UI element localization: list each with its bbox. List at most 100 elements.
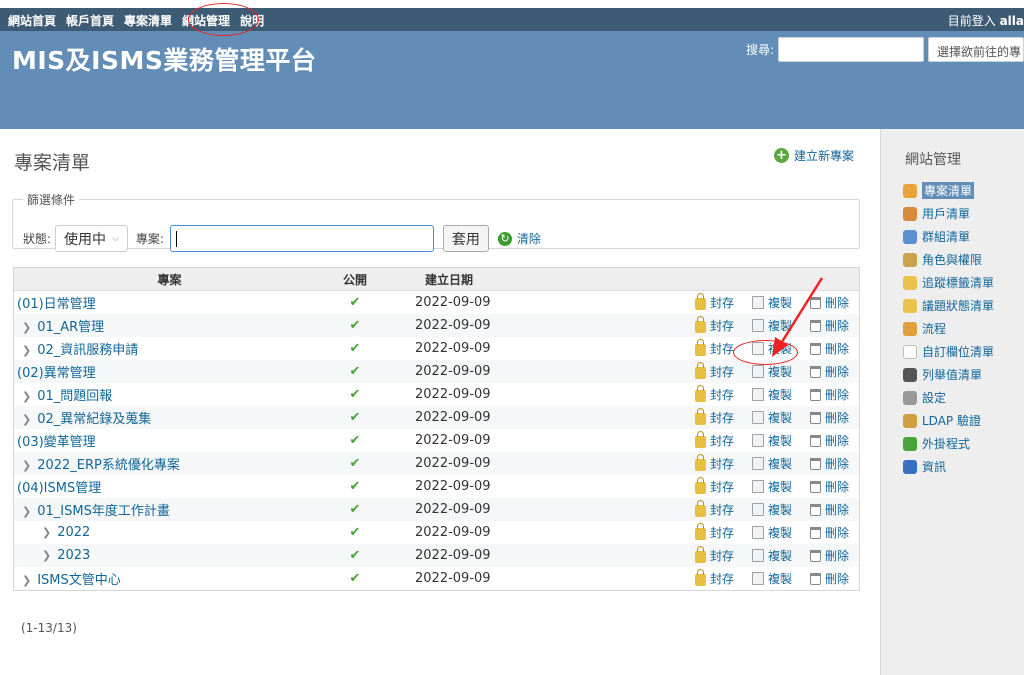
chevron-right-icon[interactable]: ❯: [42, 526, 51, 539]
copy-button[interactable]: 複製: [749, 409, 792, 426]
project-link[interactable]: 02_資訊服務申請: [37, 343, 138, 358]
header-public[interactable]: 公開: [325, 271, 385, 288]
sidebar-item[interactable]: 列舉值清單: [903, 363, 994, 386]
copy-label: 複製: [767, 526, 792, 540]
project-link[interactable]: 02_異常紀錄及蒐集: [37, 412, 151, 427]
top-menu-home[interactable]: 網站首頁: [8, 12, 56, 29]
header-created[interactable]: 建立日期: [385, 271, 525, 288]
chevron-right-icon[interactable]: ❯: [22, 390, 31, 403]
archive-button[interactable]: 封存: [694, 338, 734, 357]
archive-label: 封存: [709, 457, 734, 471]
sidebar-item[interactable]: LDAP 驗證: [903, 409, 994, 432]
status-select[interactable]: 使用中 ⌵: [55, 225, 128, 252]
delete-button[interactable]: 刪除: [809, 409, 849, 426]
copy-button[interactable]: 複製: [749, 570, 792, 587]
project-link[interactable]: 01_問題回報: [37, 389, 112, 404]
delete-label: 刪除: [824, 549, 849, 563]
archive-button[interactable]: 封存: [694, 476, 734, 495]
delete-button[interactable]: 刪除: [809, 478, 849, 495]
sidebar-title: 網站管理: [905, 152, 961, 168]
sidebar-item[interactable]: 議題狀態清單: [903, 294, 994, 317]
top-menu-projects[interactable]: 專案清單: [124, 12, 172, 29]
lock-icon: [694, 499, 706, 517]
project-link[interactable]: (04)ISMS管理: [17, 481, 101, 496]
archive-button[interactable]: 封存: [694, 407, 734, 426]
project-link[interactable]: 01_ISMS年度工作計畫: [37, 504, 170, 519]
chevron-right-icon[interactable]: ❯: [22, 505, 31, 518]
copy-button[interactable]: 複製: [749, 478, 792, 495]
archive-label: 封存: [709, 411, 734, 425]
sidebar-item[interactable]: 資訊: [903, 455, 994, 478]
archive-button[interactable]: 封存: [694, 361, 734, 380]
archive-button[interactable]: 封存: [694, 292, 734, 311]
sidebar-item[interactable]: 追蹤標籤清單: [903, 271, 994, 294]
archive-button[interactable]: 封存: [694, 384, 734, 403]
sidebar: 網站管理 專案清單 用戶清單 群組清單 角色與權限追蹤標籤清單議題狀態清單 流程 自訂欄位…: [880, 129, 1024, 675]
copy-button[interactable]: 複製: [749, 524, 792, 541]
custom-field-icon: [903, 344, 917, 359]
chevron-right-icon[interactable]: ❯: [22, 574, 31, 587]
delete-button[interactable]: 刪除: [809, 501, 849, 518]
copy-button[interactable]: 複製: [749, 455, 792, 472]
new-project-label: 建立新專案: [794, 149, 855, 163]
project-link[interactable]: 2022: [57, 525, 90, 540]
delete-button[interactable]: 刪除: [809, 386, 849, 403]
search-input[interactable]: [778, 37, 924, 62]
pagination: (1-13/13): [21, 621, 77, 635]
copy-button[interactable]: 複製: [749, 501, 792, 518]
project-link[interactable]: 2023: [57, 548, 90, 563]
project-name-input[interactable]: [169, 225, 434, 252]
archive-button[interactable]: 封存: [694, 568, 734, 587]
delete-button[interactable]: 刪除: [809, 570, 849, 587]
copy-button[interactable]: 複製: [749, 363, 792, 380]
project-link[interactable]: ISMS文管中心: [37, 573, 121, 588]
sidebar-item[interactable]: 設定: [903, 386, 994, 409]
sidebar-item[interactable]: 用戶清單: [903, 202, 994, 225]
project-link[interactable]: 01_AR管理: [37, 320, 104, 335]
chevron-right-icon[interactable]: ❯: [22, 459, 31, 472]
logged-as-user[interactable]: alla: [1000, 14, 1024, 28]
sidebar-item-label: 追蹤標籤清單: [922, 276, 995, 290]
status-value: 使用中: [64, 231, 107, 248]
archive-button[interactable]: 封存: [694, 315, 734, 334]
chevron-right-icon[interactable]: ❯: [22, 413, 31, 426]
archive-button[interactable]: 封存: [694, 499, 734, 518]
clear-link[interactable]: ↻ 清除: [497, 230, 541, 247]
sidebar-item[interactable]: 外掛程式: [903, 432, 994, 455]
lock-icon: [694, 407, 706, 425]
delete-button[interactable]: 刪除: [809, 547, 849, 564]
delete-button[interactable]: 刪除: [809, 524, 849, 541]
project-link[interactable]: (01)日常管理: [17, 297, 96, 312]
project-link[interactable]: (02)異常管理: [17, 366, 96, 381]
delete-button[interactable]: 刪除: [809, 432, 849, 449]
delete-button[interactable]: 刪除: [809, 363, 849, 380]
project-link[interactable]: (03)變革管理: [17, 435, 96, 450]
copy-button[interactable]: 複製: [749, 386, 792, 403]
delete-label: 刪除: [824, 457, 849, 471]
apply-button[interactable]: 套用: [442, 225, 489, 252]
project-link[interactable]: 2022_ERP系統優化專案: [37, 458, 180, 473]
project-jump-select[interactable]: 選擇欲前往的專: [928, 37, 1024, 62]
public-cell: ✔: [325, 479, 385, 494]
copy-button[interactable]: 複製: [749, 432, 792, 449]
chevron-right-icon[interactable]: ❯: [22, 344, 31, 357]
archive-button[interactable]: 封存: [694, 430, 734, 449]
header-project[interactable]: 專案: [14, 271, 325, 288]
sidebar-item[interactable]: 群組清單: [903, 225, 994, 248]
archive-button[interactable]: 封存: [694, 453, 734, 472]
sidebar-item[interactable]: 角色與權限: [903, 248, 994, 271]
sidebar-menu: 專案清單 用戶清單 群組清單 角色與權限追蹤標籤清單議題狀態清單 流程 自訂欄位清單 列舉值…: [903, 179, 994, 478]
lock-icon: [694, 522, 706, 540]
sidebar-item[interactable]: 自訂欄位清單: [903, 340, 994, 363]
sidebar-item[interactable]: 專案清單: [903, 179, 994, 202]
delete-button[interactable]: 刪除: [809, 455, 849, 472]
plugin-icon: [903, 436, 917, 451]
copy-button[interactable]: 複製: [749, 547, 792, 564]
sidebar-item[interactable]: 流程: [903, 317, 994, 340]
top-menu-my-page[interactable]: 帳戶首頁: [66, 12, 114, 29]
chevron-right-icon[interactable]: ❯: [42, 549, 51, 562]
archive-button[interactable]: 封存: [694, 545, 734, 564]
chevron-right-icon[interactable]: ❯: [22, 321, 31, 334]
new-project-link[interactable]: + 建立新專案: [774, 147, 854, 164]
archive-button[interactable]: 封存: [694, 522, 734, 541]
